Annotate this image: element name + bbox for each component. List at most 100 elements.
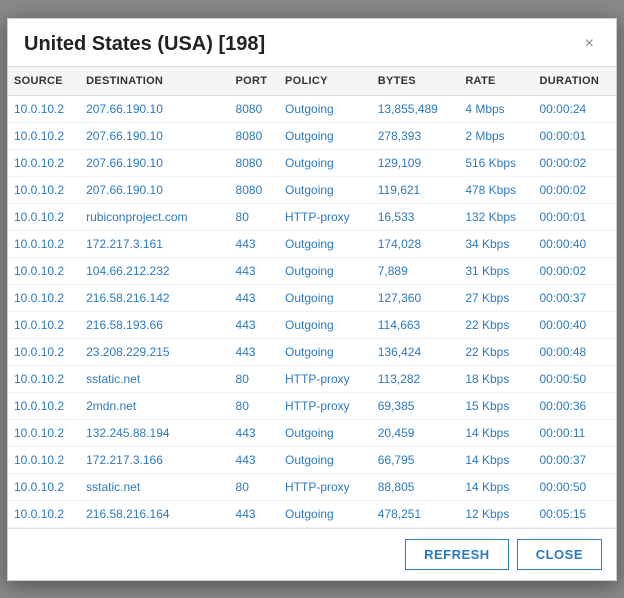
table-cell: 2 Mbps [459,122,533,149]
modal-footer: REFRESH CLOSE [8,528,616,580]
table-cell: 31 Kbps [459,257,533,284]
table-cell: Outgoing [279,419,372,446]
table-container: SOURCE DESTINATION PORT POLICY BYTES RAT… [8,66,616,528]
table-cell: 132 Kbps [459,203,533,230]
table-row: 10.0.10.2216.58.193.66443Outgoing114,663… [8,311,616,338]
col-policy: POLICY [279,67,372,96]
col-duration: DURATION [534,67,617,96]
table-row: 10.0.10.2sstatic.net80HTTP-proxy113,2821… [8,365,616,392]
table-cell: 00:00:48 [534,338,617,365]
table-row: 10.0.10.2172.217.3.166443Outgoing66,7951… [8,446,616,473]
table-cell: 216.58.216.164 [80,500,229,527]
table-cell: 00:00:02 [534,176,617,203]
table-cell: 00:05:15 [534,500,617,527]
table-cell: 8080 [230,95,279,122]
table-cell: rubiconproject.com [80,203,229,230]
table-cell: 00:00:02 [534,149,617,176]
table-cell: 7,889 [372,257,460,284]
table-row: 10.0.10.223.208.229.215443Outgoing136,42… [8,338,616,365]
close-button[interactable]: CLOSE [517,539,602,570]
table-cell: Outgoing [279,95,372,122]
table-cell: sstatic.net [80,473,229,500]
table-row: 10.0.10.2172.217.3.161443Outgoing174,028… [8,230,616,257]
table-cell: Outgoing [279,338,372,365]
table-cell: 10.0.10.2 [8,338,80,365]
table-cell: 10.0.10.2 [8,311,80,338]
table-cell: 114,663 [372,311,460,338]
table-row: 10.0.10.2207.66.190.108080Outgoing13,855… [8,95,616,122]
col-port: PORT [230,67,279,96]
table-cell: Outgoing [279,176,372,203]
table-cell: 443 [230,500,279,527]
table-cell: 22 Kbps [459,338,533,365]
table-cell: 10.0.10.2 [8,392,80,419]
table-cell: Outgoing [279,230,372,257]
table-cell: 136,424 [372,338,460,365]
table-cell: 443 [230,257,279,284]
col-source: SOURCE [8,67,80,96]
table-cell: 10.0.10.2 [8,473,80,500]
data-table: SOURCE DESTINATION PORT POLICY BYTES RAT… [8,67,616,528]
table-row: 10.0.10.2216.58.216.164443Outgoing478,25… [8,500,616,527]
table-cell: 00:00:02 [534,257,617,284]
table-cell: 80 [230,365,279,392]
header-row: SOURCE DESTINATION PORT POLICY BYTES RAT… [8,67,616,96]
table-cell: 00:00:24 [534,95,617,122]
table-cell: 16,533 [372,203,460,230]
table-cell: 27 Kbps [459,284,533,311]
table-cell: 23.208.229.215 [80,338,229,365]
table-cell: 88,805 [372,473,460,500]
table-cell: 207.66.190.10 [80,122,229,149]
col-bytes: BYTES [372,67,460,96]
table-cell: 10.0.10.2 [8,500,80,527]
refresh-button[interactable]: REFRESH [405,539,509,570]
table-cell: 443 [230,284,279,311]
table-cell: 10.0.10.2 [8,176,80,203]
table-cell: 34 Kbps [459,230,533,257]
table-row: 10.0.10.22mdn.net80HTTP-proxy69,38515 Kb… [8,392,616,419]
table-cell: 113,282 [372,365,460,392]
table-cell: sstatic.net [80,365,229,392]
col-destination: DESTINATION [80,67,229,96]
table-cell: Outgoing [279,311,372,338]
table-row: 10.0.10.2216.58.216.142443Outgoing127,36… [8,284,616,311]
table-cell: Outgoing [279,122,372,149]
table-cell: 00:00:50 [534,473,617,500]
table-cell: Outgoing [279,284,372,311]
table-cell: 216.58.193.66 [80,311,229,338]
table-cell: 10.0.10.2 [8,95,80,122]
table-cell: 132.245.88.194 [80,419,229,446]
modal-header: United States (USA) [198] × [8,19,616,66]
table-cell: HTTP-proxy [279,473,372,500]
table-cell: HTTP-proxy [279,392,372,419]
table-cell: 10.0.10.2 [8,257,80,284]
table-cell: Outgoing [279,500,372,527]
table-cell: 8080 [230,149,279,176]
close-x-button[interactable]: × [579,34,600,54]
table-cell: 10.0.10.2 [8,203,80,230]
table-cell: 00:00:36 [534,392,617,419]
table-cell: 443 [230,446,279,473]
table-cell: 104.66.212.232 [80,257,229,284]
table-cell: 207.66.190.10 [80,176,229,203]
table-row: 10.0.10.2207.66.190.108080Outgoing129,10… [8,149,616,176]
table-header: SOURCE DESTINATION PORT POLICY BYTES RAT… [8,67,616,96]
table-row: 10.0.10.2104.66.212.232443Outgoing7,8893… [8,257,616,284]
table-cell: 69,385 [372,392,460,419]
table-cell: 443 [230,338,279,365]
table-cell: 443 [230,311,279,338]
table-cell: 00:00:37 [534,284,617,311]
table-cell: 22 Kbps [459,311,533,338]
table-cell: 14 Kbps [459,419,533,446]
table-cell: 00:00:01 [534,203,617,230]
table-cell: 216.58.216.142 [80,284,229,311]
table-cell: 207.66.190.10 [80,149,229,176]
table-cell: 12 Kbps [459,500,533,527]
table-cell: Outgoing [279,149,372,176]
table-cell: 18 Kbps [459,365,533,392]
table-cell: 00:00:37 [534,446,617,473]
table-cell: 10.0.10.2 [8,230,80,257]
table-cell: 2mdn.net [80,392,229,419]
table-row: 10.0.10.2132.245.88.194443Outgoing20,459… [8,419,616,446]
table-cell: 478,251 [372,500,460,527]
